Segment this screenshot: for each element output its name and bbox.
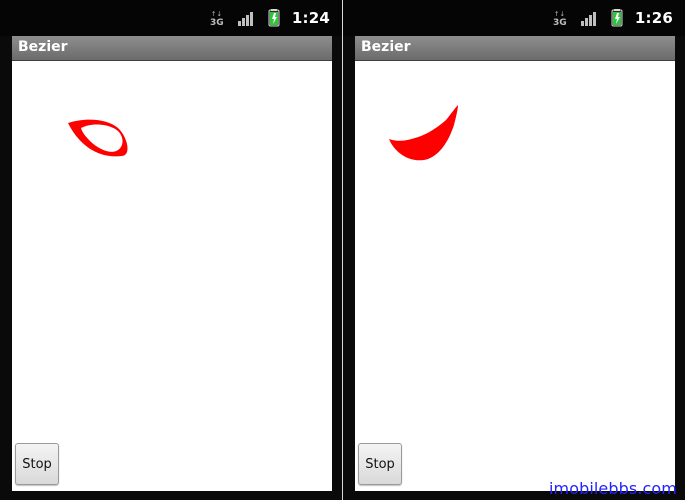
svg-text:↑↓: ↑↓ [211, 10, 222, 18]
bezier-shape [68, 119, 128, 157]
drawing-surface [12, 61, 332, 491]
svg-text:3G: 3G [553, 18, 567, 28]
app-title: Bezier [361, 39, 411, 55]
status-time: 1:24 [291, 9, 330, 27]
battery-icon [268, 9, 280, 27]
status-time: 1:26 [634, 9, 673, 27]
signal-icon [237, 12, 253, 26]
left-phone-screen: ↑↓ 3G 1:24 Bezier Stop [0, 0, 342, 500]
stop-button[interactable]: Stop [15, 443, 59, 485]
status-bar: ↑↓ 3G 1:26 [343, 0, 685, 36]
3g-icon: ↑↓ 3G [210, 10, 224, 28]
app-title-bar: Bezier [355, 36, 675, 61]
drawing-surface [355, 61, 675, 491]
watermark: imobilebbs.com [548, 479, 677, 498]
status-bar: ↑↓ 3G 1:24 [0, 0, 342, 36]
svg-text:3G: 3G [210, 18, 224, 28]
bezier-shape [389, 105, 458, 161]
svg-text:↑↓: ↑↓ [554, 10, 565, 18]
app-title: Bezier [18, 39, 68, 55]
3g-icon: ↑↓ 3G [553, 10, 567, 28]
signal-icon [580, 12, 596, 26]
status-icons: ↑↓ 3G 1:24 [208, 8, 330, 28]
app-title-bar: Bezier [12, 36, 332, 61]
stop-button[interactable]: Stop [358, 443, 402, 485]
status-icons: ↑↓ 3G 1:26 [551, 8, 673, 28]
right-phone-screen: ↑↓ 3G 1:26 Bezier Stop imobilebbs.com [343, 0, 685, 500]
battery-icon [611, 9, 623, 27]
